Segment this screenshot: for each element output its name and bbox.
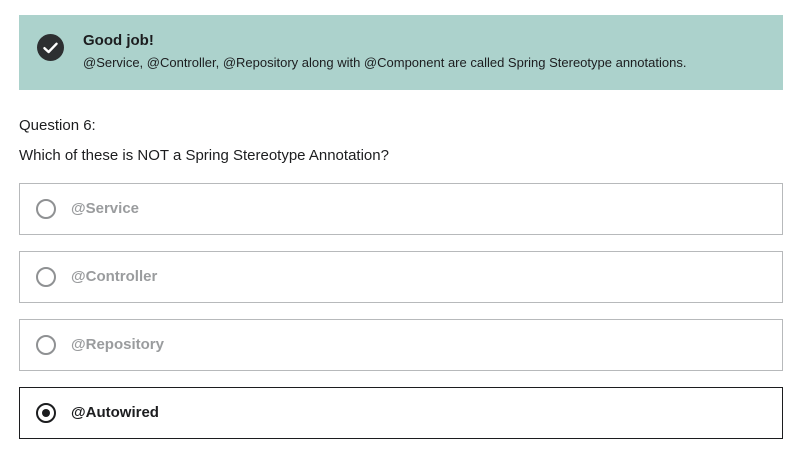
answer-option-label: @Repository <box>71 336 164 353</box>
radio-button[interactable] <box>36 199 56 219</box>
question-number: Question 6: <box>19 117 96 134</box>
quiz-page: Good job! @Service, @Controller, @Reposi… <box>0 0 803 458</box>
feedback-alert: Good job! @Service, @Controller, @Reposi… <box>19 15 783 90</box>
answer-option[interactable]: @Autowired <box>19 387 783 439</box>
answer-option-label: @Service <box>71 200 140 217</box>
radio-button[interactable] <box>36 335 56 355</box>
radio-button[interactable] <box>36 403 56 423</box>
answer-option[interactable]: @Service <box>19 183 783 235</box>
radio-dot-icon <box>42 409 50 417</box>
answer-option-label: @Autowired <box>71 404 159 421</box>
check-circle-icon <box>37 34 64 61</box>
feedback-title: Good job! <box>83 32 154 49</box>
answer-option[interactable]: @Controller <box>19 251 783 303</box>
radio-button[interactable] <box>36 267 56 287</box>
answer-option-label: @Controller <box>71 268 158 285</box>
question-text: Which of these is NOT a Spring Stereotyp… <box>19 147 389 164</box>
answer-option[interactable]: @Repository <box>19 319 783 371</box>
feedback-message: @Service, @Controller, @Repository along… <box>83 55 687 70</box>
